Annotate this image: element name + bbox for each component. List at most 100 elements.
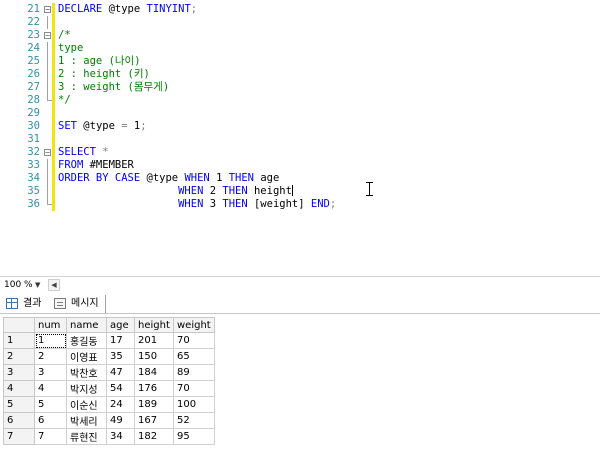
grid-cell-height[interactable]: 201	[134, 332, 174, 349]
grid-cell-name[interactable]: 홍길동	[66, 332, 107, 349]
code-line[interactable]: 36 WHEN 3 THEN [weight] END;	[0, 198, 600, 211]
table-row[interactable]: 6 6 박세리 49 167 52	[3, 412, 215, 429]
grid-cell-age[interactable]: 54	[106, 380, 135, 397]
grid-cell-name[interactable]: 류현진	[66, 428, 107, 445]
collapse-icon[interactable]: −	[44, 3, 52, 16]
grid-cell-name[interactable]: 박찬호	[66, 364, 107, 381]
code-text[interactable]: ORDER BY CASE @type WHEN 1 THEN age	[58, 172, 279, 185]
grid-cell-num[interactable]: 6	[34, 412, 67, 429]
code-line[interactable]: 22	[0, 16, 600, 29]
code-line[interactable]: 26 2 : height (키)	[0, 68, 600, 81]
tab-results[interactable]: 결과	[3, 295, 48, 313]
row-header[interactable]: 3	[3, 364, 35, 381]
scroll-left-button[interactable]: ◀	[48, 279, 60, 291]
column-header-name[interactable]: name	[66, 317, 107, 333]
grid-cell-age[interactable]: 24	[106, 396, 135, 413]
grid-cell-age[interactable]: 34	[106, 428, 135, 445]
grid-cell-name[interactable]: 박세리	[66, 412, 107, 429]
row-header[interactable]: 2	[3, 348, 35, 365]
code-line[interactable]: 24 type	[0, 42, 600, 55]
grid-cell-height[interactable]: 189	[134, 396, 174, 413]
message-icon	[54, 298, 66, 309]
grid-cell-name[interactable]: 이순신	[66, 396, 107, 413]
column-header-height[interactable]: height	[134, 317, 174, 333]
code-line[interactable]: 31	[0, 133, 600, 146]
grid-cell-height[interactable]: 184	[134, 364, 174, 381]
row-header[interactable]: 4	[3, 380, 35, 397]
code-text[interactable]: 2 : height (키)	[58, 68, 150, 81]
code-text[interactable]: SET @type = 1;	[58, 120, 147, 133]
grid-cell-name[interactable]: 이영표	[66, 348, 107, 365]
grid-cell-weight[interactable]: 70	[173, 332, 215, 349]
code-line[interactable]: 29	[0, 107, 600, 120]
grid-cell-num[interactable]: 4	[34, 380, 67, 397]
grid-cell-age[interactable]: 47	[106, 364, 135, 381]
code-line[interactable]: 33 FROM #MEMBER	[0, 159, 600, 172]
code-line[interactable]: 28 */	[0, 94, 600, 107]
row-header[interactable]: 7	[3, 428, 35, 445]
table-row[interactable]: 4 4 박지성 54 176 70	[3, 380, 215, 397]
column-header-num[interactable]: num	[34, 317, 67, 333]
table-row[interactable]: 7 7 류현진 34 182 95	[3, 428, 215, 445]
grid-cell-height[interactable]: 167	[134, 412, 174, 429]
row-header[interactable]: 6	[3, 412, 35, 429]
code-line[interactable]: 30 SET @type = 1;	[0, 120, 600, 133]
grid-cell-num[interactable]: 1	[34, 332, 67, 349]
horizontal-scrollbar[interactable]	[60, 279, 598, 291]
code-text[interactable]: WHEN 2 THEN height	[58, 185, 293, 198]
collapse-icon[interactable]: −	[44, 146, 52, 159]
table-row[interactable]: 5 5 이순신 24 189 100	[3, 396, 215, 413]
collapse-icon[interactable]: −	[44, 29, 52, 42]
table-row[interactable]: 1 1 홍길동 17 201 70	[3, 332, 215, 349]
grid-cell-weight[interactable]: 95	[173, 428, 215, 445]
code-text[interactable]: SELECT *	[58, 146, 109, 159]
code-text[interactable]: WHEN 3 THEN [weight] END;	[58, 198, 336, 211]
table-row[interactable]: 2 2 이영표 35 150 65	[3, 348, 215, 365]
code-text[interactable]: FROM #MEMBER	[58, 159, 134, 172]
grid-cell-num[interactable]: 3	[34, 364, 67, 381]
grid-cell-weight[interactable]: 70	[173, 380, 215, 397]
code-text[interactable]: 3 : weight (몸무게)	[58, 81, 169, 94]
code-line[interactable]: 21− DECLARE @type TINYINT;	[0, 3, 600, 16]
grid-cell-weight[interactable]: 89	[173, 364, 215, 381]
code-line[interactable]: 27 3 : weight (몸무게)	[0, 81, 600, 94]
sql-editor[interactable]: 21− DECLARE @type TINYINT; 22 23−/* 24 type 25…	[0, 0, 600, 276]
grid-cell-num[interactable]: 5	[34, 396, 67, 413]
grid-cell-age[interactable]: 17	[106, 332, 135, 349]
code-text[interactable]: */	[58, 94, 71, 107]
zoom-dropdown[interactable]: 100 % ▼	[2, 279, 46, 291]
row-header[interactable]: 1	[3, 332, 35, 349]
grid-cell-weight[interactable]: 100	[173, 396, 215, 413]
grid-cell-height[interactable]: 150	[134, 348, 174, 365]
grid-cell-age[interactable]: 35	[106, 348, 135, 365]
code-line[interactable]: 32− SELECT *	[0, 146, 600, 159]
code-text[interactable]: 1 : age (나이)	[58, 55, 141, 68]
grid-cell-num[interactable]: 2	[34, 348, 67, 365]
grid-cell-name[interactable]: 박지성	[66, 380, 107, 397]
code-line[interactable]: 23−/*	[0, 29, 600, 42]
grid-cell-height[interactable]: 182	[134, 428, 174, 445]
text-cursor-ibeam	[366, 182, 373, 196]
code-line[interactable]: 34 ORDER BY CASE @type WHEN 1 THEN age	[0, 172, 600, 185]
code-line[interactable]: 25 1 : age (나이)	[0, 55, 600, 68]
code-token: DECLARE	[58, 3, 109, 15]
code-text[interactable]: type	[58, 42, 83, 55]
grid-cell-age[interactable]: 49	[106, 412, 135, 429]
code-text[interactable]: /*	[58, 29, 71, 42]
change-marker	[52, 185, 55, 198]
grid-cell-height[interactable]: 176	[134, 380, 174, 397]
results-grid[interactable]: num name age height weight 1 1 홍길동 17 201 70 2…	[3, 317, 215, 445]
tab-messages[interactable]: 메시지	[51, 295, 106, 313]
change-marker	[52, 133, 55, 146]
grid-cell-num[interactable]: 7	[34, 428, 67, 445]
column-header-weight[interactable]: weight	[173, 317, 215, 333]
code-line[interactable]: 35 WHEN 2 THEN height	[0, 185, 600, 198]
grid-cell-weight[interactable]: 52	[173, 412, 215, 429]
change-marker	[52, 159, 55, 172]
grid-corner[interactable]	[3, 317, 35, 333]
code-text[interactable]: DECLARE @type TINYINT;	[58, 3, 197, 16]
row-header[interactable]: 5	[3, 396, 35, 413]
column-header-age[interactable]: age	[106, 317, 135, 333]
grid-cell-weight[interactable]: 65	[173, 348, 215, 365]
table-row[interactable]: 3 3 박찬호 47 184 89	[3, 364, 215, 381]
